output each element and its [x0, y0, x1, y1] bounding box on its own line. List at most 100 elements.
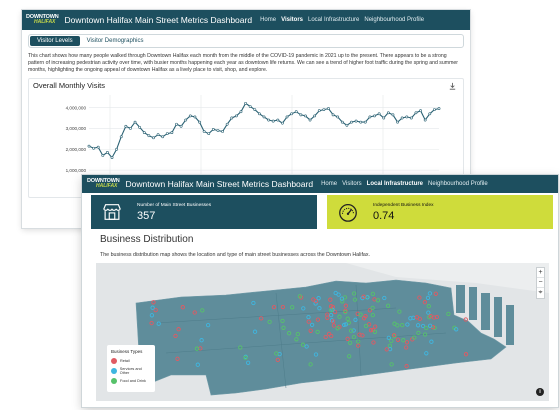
- data-point[interactable]: [313, 114, 317, 118]
- reset-view-icon[interactable]: ⌖: [537, 288, 544, 298]
- data-point[interactable]: [239, 110, 243, 114]
- data-point[interactable]: [110, 156, 114, 160]
- data-point[interactable]: [391, 113, 395, 117]
- nav-local-infrastructure[interactable]: Local Infrastructure: [308, 17, 359, 23]
- data-point[interactable]: [216, 129, 220, 132]
- data-point[interactable]: [96, 145, 100, 149]
- downtown-halifax-logo[interactable]: DOWNTOWN HALIFAX: [26, 14, 59, 26]
- data-point[interactable]: [437, 107, 441, 110]
- data-point[interactable]: [115, 147, 119, 151]
- data-point[interactable]: [257, 112, 261, 116]
- zoom-in-button[interactable]: +: [537, 268, 544, 278]
- download-icon[interactable]: [448, 82, 457, 91]
- data-point[interactable]: [382, 116, 386, 120]
- data-point[interactable]: [106, 150, 109, 154]
- data-point[interactable]: [304, 114, 307, 118]
- nav-visitors[interactable]: Visitors: [342, 181, 362, 187]
- data-point[interactable]: [432, 108, 436, 112]
- data-point[interactable]: [124, 124, 128, 128]
- data-point[interactable]: [129, 126, 132, 130]
- data-point[interactable]: [294, 110, 298, 114]
- data-point[interactable]: [423, 118, 427, 122]
- data-point[interactable]: [276, 118, 280, 122]
- data-point[interactable]: [386, 111, 390, 115]
- nav-neighbourhood-profile[interactable]: Neighbourhood Profile: [428, 181, 488, 187]
- data-point[interactable]: [363, 120, 367, 124]
- nav-visitors[interactable]: Visitors: [281, 17, 303, 23]
- tab-visitor-levels[interactable]: Visitor Levels: [30, 36, 80, 46]
- data-point[interactable]: [327, 107, 330, 110]
- data-point[interactable]: [281, 121, 284, 125]
- data-point[interactable]: [340, 120, 344, 124]
- data-point[interactable]: [331, 113, 335, 117]
- data-point[interactable]: [221, 130, 224, 133]
- chart-title: Overall Monthly Visits: [33, 81, 105, 90]
- tab-visitor-demographics[interactable]: Visitor Demographics: [80, 36, 151, 46]
- data-point[interactable]: [230, 116, 234, 120]
- data-point[interactable]: [138, 125, 142, 129]
- data-point[interactable]: [285, 115, 289, 119]
- legend-item-food: Food and Drink: [111, 378, 151, 384]
- nav-home[interactable]: Home: [321, 181, 337, 187]
- data-point[interactable]: [133, 120, 137, 124]
- zoom-out-button[interactable]: −: [537, 278, 544, 288]
- data-point[interactable]: [101, 154, 105, 157]
- data-point[interactable]: [142, 131, 146, 134]
- data-point[interactable]: [267, 118, 271, 122]
- data-point[interactable]: [244, 101, 247, 105]
- data-point[interactable]: [409, 116, 413, 120]
- data-point[interactable]: [193, 115, 197, 119]
- data-point[interactable]: [175, 122, 178, 126]
- data-point[interactable]: [290, 112, 294, 116]
- data-point[interactable]: [262, 115, 266, 119]
- data-point[interactable]: [119, 135, 123, 139]
- data-point[interactable]: [188, 114, 192, 118]
- data-point[interactable]: [299, 113, 303, 117]
- data-point[interactable]: [354, 119, 358, 123]
- nav-home[interactable]: Home: [260, 17, 276, 23]
- data-point[interactable]: [336, 115, 340, 119]
- data-point[interactable]: [147, 134, 151, 138]
- data-point[interactable]: [308, 118, 312, 122]
- data-point[interactable]: [225, 122, 229, 126]
- data-point[interactable]: [317, 109, 321, 113]
- data-point[interactable]: [202, 130, 206, 133]
- y-tick-label: 4,000,000: [66, 105, 87, 110]
- data-point[interactable]: [400, 116, 404, 120]
- data-point[interactable]: [350, 120, 353, 124]
- data-point[interactable]: [428, 112, 432, 116]
- info-icon[interactable]: i: [536, 388, 544, 396]
- data-point[interactable]: [373, 114, 376, 118]
- data-point[interactable]: [271, 119, 275, 123]
- downtown-halifax-logo[interactable]: DOWNTOWN HALIFAX: [87, 178, 120, 190]
- data-point[interactable]: [322, 108, 326, 112]
- data-point[interactable]: [405, 115, 409, 119]
- data-point[interactable]: [396, 120, 399, 124]
- data-point[interactable]: [198, 120, 201, 124]
- data-point[interactable]: [414, 111, 418, 115]
- data-point[interactable]: [92, 146, 96, 150]
- data-point[interactable]: [207, 132, 211, 136]
- data-point[interactable]: [179, 124, 183, 128]
- map-canvas[interactable]: [96, 263, 549, 401]
- data-point[interactable]: [248, 105, 252, 108]
- data-point[interactable]: [368, 115, 372, 119]
- data-point[interactable]: [419, 109, 422, 113]
- data-point[interactable]: [359, 120, 363, 124]
- data-point[interactable]: [170, 131, 174, 134]
- data-point[interactable]: [152, 136, 155, 140]
- data-point[interactable]: [161, 135, 165, 139]
- data-point[interactable]: [156, 133, 160, 137]
- data-point[interactable]: [234, 114, 238, 118]
- nav-local-infrastructure[interactable]: Local Infrastructure: [367, 181, 423, 187]
- data-point[interactable]: [87, 144, 91, 148]
- data-point[interactable]: [345, 123, 349, 127]
- data-point[interactable]: [165, 132, 169, 136]
- data-point[interactable]: [377, 112, 381, 116]
- data-point[interactable]: [253, 108, 257, 112]
- nav-neighbourhood-profile[interactable]: Neighbourhood Profile: [364, 17, 424, 23]
- data-point[interactable]: [211, 128, 215, 131]
- data-point[interactable]: [184, 118, 188, 122]
- legend-label: Retail: [120, 359, 130, 363]
- business-distribution-map[interactable]: + − ⌖ Business Types Retail Services and…: [96, 263, 549, 401]
